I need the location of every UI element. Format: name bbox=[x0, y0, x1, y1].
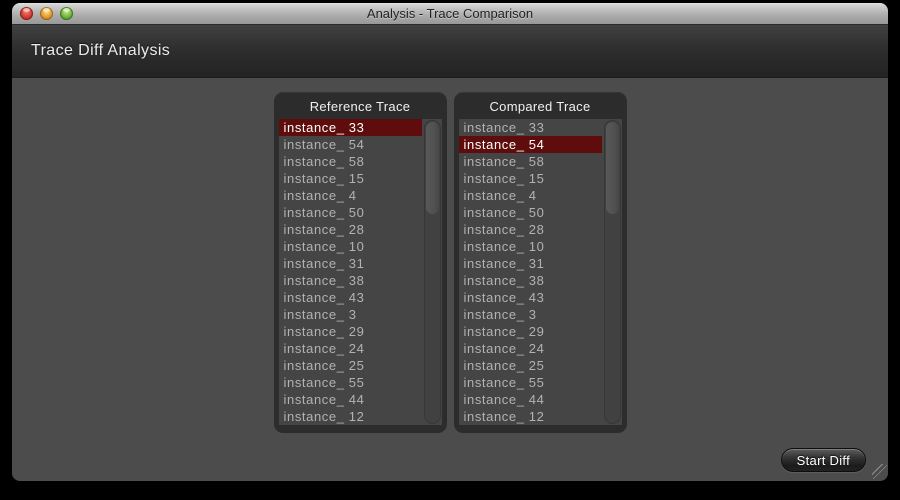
list-item[interactable]: instance_ 58 bbox=[459, 153, 602, 170]
list-item[interactable]: instance_ 28 bbox=[459, 221, 602, 238]
list-item[interactable]: instance_ 4 bbox=[459, 187, 602, 204]
list-item[interactable]: instance_ 3 bbox=[459, 306, 602, 323]
list-item[interactable]: instance_ 29 bbox=[279, 323, 422, 340]
list-item[interactable]: instance_ 44 bbox=[279, 391, 422, 408]
list-item[interactable]: instance_ 15 bbox=[279, 170, 422, 187]
list-item[interactable]: instance_ 12 bbox=[459, 408, 602, 425]
compared-scrollbar[interactable] bbox=[604, 120, 621, 424]
reference-scrollbar-thumb[interactable] bbox=[426, 122, 439, 214]
reference-trace-panel: Reference Trace instance_ 33instance_ 54… bbox=[274, 92, 447, 433]
list-item[interactable]: instance_ 10 bbox=[279, 238, 422, 255]
list-item[interactable]: instance_ 24 bbox=[459, 340, 602, 357]
list-item[interactable]: instance_ 54 bbox=[459, 136, 602, 153]
resize-grip-icon[interactable] bbox=[872, 464, 887, 479]
app-window: Analysis - Trace Comparison Trace Diff A… bbox=[12, 3, 888, 481]
list-item[interactable]: instance_ 43 bbox=[279, 289, 422, 306]
compared-trace-title: Compared Trace bbox=[459, 92, 622, 119]
list-item[interactable]: instance_ 58 bbox=[279, 153, 422, 170]
window-title: Analysis - Trace Comparison bbox=[12, 3, 888, 25]
reference-scrollbar[interactable] bbox=[424, 120, 441, 424]
list-item[interactable]: instance_ 4 bbox=[279, 187, 422, 204]
compared-trace-panel: Compared Trace instance_ 33instance_ 54i… bbox=[454, 92, 627, 433]
compared-trace-rows: instance_ 33instance_ 54instance_ 58inst… bbox=[459, 119, 602, 425]
list-item[interactable]: instance_ 44 bbox=[459, 391, 602, 408]
titlebar[interactable]: Analysis - Trace Comparison bbox=[12, 3, 888, 25]
app-header: Trace Diff Analysis bbox=[12, 25, 888, 78]
list-item[interactable]: instance_ 12 bbox=[279, 408, 422, 425]
trace-panels: Reference Trace instance_ 33instance_ 54… bbox=[12, 92, 888, 433]
list-item[interactable]: instance_ 50 bbox=[459, 204, 602, 221]
list-item[interactable]: instance_ 33 bbox=[279, 119, 422, 136]
list-item[interactable]: instance_ 25 bbox=[279, 357, 422, 374]
list-item[interactable]: instance_ 31 bbox=[459, 255, 602, 272]
list-item[interactable]: instance_ 38 bbox=[279, 272, 422, 289]
compared-scrollbar-thumb[interactable] bbox=[606, 122, 619, 214]
list-item[interactable]: instance_ 54 bbox=[279, 136, 422, 153]
list-item[interactable]: instance_ 33 bbox=[459, 119, 602, 136]
list-item[interactable]: instance_ 31 bbox=[279, 255, 422, 272]
list-item[interactable]: instance_ 28 bbox=[279, 221, 422, 238]
list-item[interactable]: instance_ 3 bbox=[279, 306, 422, 323]
list-item[interactable]: instance_ 10 bbox=[459, 238, 602, 255]
list-item[interactable]: instance_ 55 bbox=[459, 374, 602, 391]
list-item[interactable]: instance_ 24 bbox=[279, 340, 422, 357]
reference-trace-list[interactable]: instance_ 33instance_ 54instance_ 58inst… bbox=[279, 119, 442, 425]
list-item[interactable]: instance_ 25 bbox=[459, 357, 602, 374]
reference-trace-title: Reference Trace bbox=[279, 92, 442, 119]
start-diff-button[interactable]: Start Diff bbox=[781, 448, 866, 472]
list-item[interactable]: instance_ 15 bbox=[459, 170, 602, 187]
main-content: Reference Trace instance_ 33instance_ 54… bbox=[12, 78, 888, 480]
list-item[interactable]: instance_ 55 bbox=[279, 374, 422, 391]
list-item[interactable]: instance_ 29 bbox=[459, 323, 602, 340]
compared-trace-list[interactable]: instance_ 33instance_ 54instance_ 58inst… bbox=[459, 119, 622, 425]
list-item[interactable]: instance_ 50 bbox=[279, 204, 422, 221]
reference-trace-rows: instance_ 33instance_ 54instance_ 58inst… bbox=[279, 119, 422, 425]
list-item[interactable]: instance_ 38 bbox=[459, 272, 602, 289]
page-title: Trace Diff Analysis bbox=[12, 42, 170, 60]
list-item[interactable]: instance_ 43 bbox=[459, 289, 602, 306]
